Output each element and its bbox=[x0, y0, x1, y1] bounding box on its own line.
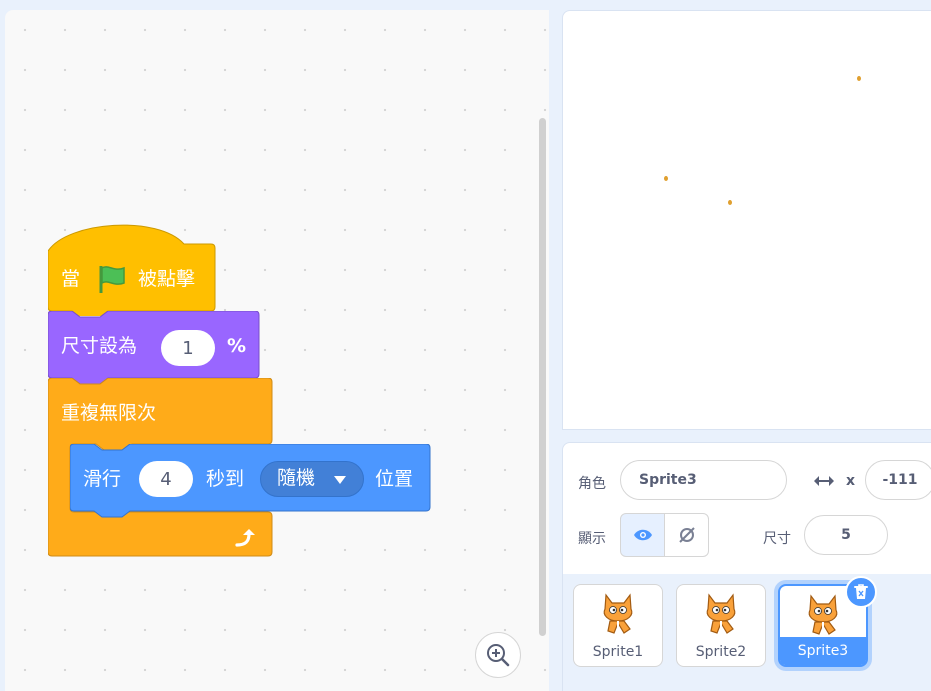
sprite-name: Sprite1 bbox=[592, 644, 644, 660]
workspace-scrollbar[interactable] bbox=[539, 118, 546, 636]
x-position-field[interactable]: -111 bbox=[865, 460, 931, 500]
trash-icon bbox=[854, 584, 868, 599]
glide-suffix: 位置 bbox=[375, 468, 414, 490]
cat-sprite-icon bbox=[603, 593, 633, 634]
set-size-value-input[interactable]: 1 bbox=[161, 330, 215, 366]
show-hidden-button[interactable] bbox=[664, 513, 709, 557]
stage[interactable] bbox=[562, 10, 931, 430]
x-arrows-icon bbox=[814, 476, 834, 486]
cat-sprite-icon bbox=[706, 593, 736, 634]
zoom-in-icon bbox=[487, 644, 510, 667]
sprite-name: Sprite2 bbox=[695, 644, 747, 660]
sprite-dot[interactable] bbox=[664, 176, 668, 181]
glide-target-dropdown[interactable]: 隨機 bbox=[260, 461, 364, 497]
code-workspace[interactable]: 當 被點擊 尺寸設為 1 % 重複無限次 滑行 4 秒到 隨機 位置 bbox=[5, 10, 549, 691]
delete-sprite-button[interactable] bbox=[845, 576, 877, 608]
dropdown-arrow-icon bbox=[334, 476, 346, 484]
glide-seconds-input[interactable]: 4 bbox=[139, 461, 193, 497]
show-label: 顯示 bbox=[578, 531, 606, 547]
show-visible-button[interactable] bbox=[620, 513, 665, 557]
glide-target-value: 隨機 bbox=[277, 467, 316, 489]
sprite-tile-sprite2[interactable]: Sprite2 bbox=[676, 584, 766, 667]
sprite-name: Sprite3 bbox=[780, 637, 866, 665]
set-size-unit: % bbox=[227, 335, 247, 357]
sprite-dot[interactable] bbox=[857, 76, 861, 81]
green-flag-icon bbox=[99, 266, 125, 293]
sprite-info-panel: 角色 Sprite3 x -111 顯示 尺寸 5 bbox=[562, 442, 931, 574]
sprite-dot[interactable] bbox=[728, 200, 732, 205]
x-label: x bbox=[846, 473, 856, 489]
eye-icon bbox=[633, 529, 652, 541]
size-field[interactable]: 5 bbox=[804, 515, 888, 555]
hat-block-suffix: 被點擊 bbox=[138, 268, 196, 290]
set-size-label: 尺寸設為 bbox=[61, 335, 138, 357]
sprite-name-label: 角色 bbox=[578, 476, 606, 492]
forever-label: 重複無限次 bbox=[61, 402, 157, 424]
hat-block-prefix: 當 bbox=[61, 268, 81, 290]
sprite-name-field[interactable]: Sprite3 bbox=[620, 460, 787, 500]
zoom-in-button[interactable] bbox=[475, 632, 521, 678]
glide-prefix: 滑行 bbox=[83, 468, 122, 490]
sprite-tile-sprite1[interactable]: Sprite1 bbox=[573, 584, 663, 667]
size-label: 尺寸 bbox=[763, 531, 791, 547]
eye-hidden-icon bbox=[678, 527, 695, 543]
glide-middle: 秒到 bbox=[206, 468, 245, 490]
cat-sprite-icon bbox=[808, 594, 838, 635]
loop-arrow-icon bbox=[235, 529, 255, 547]
